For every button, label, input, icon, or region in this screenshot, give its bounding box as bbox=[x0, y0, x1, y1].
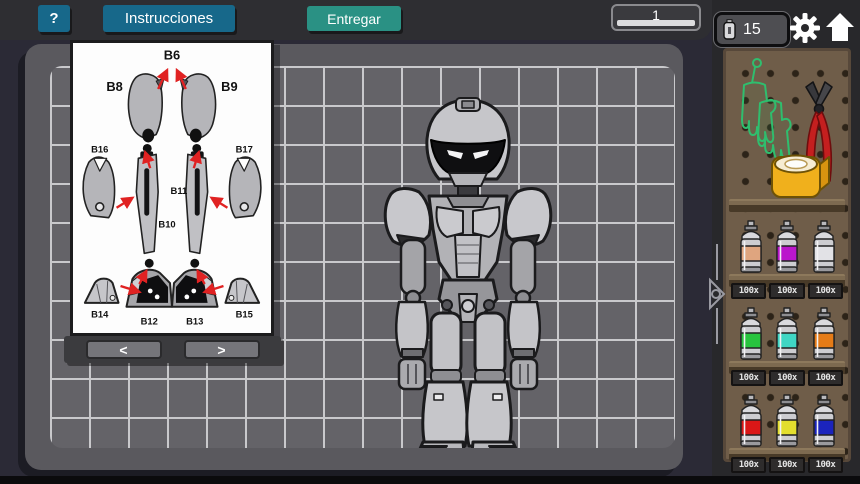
spray-can[interactable] bbox=[810, 220, 838, 274]
gear-icon[interactable] bbox=[790, 13, 820, 43]
resource-count: 15 bbox=[743, 21, 761, 39]
level-progress-bar bbox=[617, 20, 695, 26]
top-toolbar: ? Instrucciones Entregar 1 bbox=[0, 0, 712, 40]
can-quantity-badge: 100x bbox=[731, 283, 767, 299]
gloves-tool[interactable] bbox=[732, 57, 792, 161]
home-icon[interactable] bbox=[824, 11, 856, 43]
submit-button[interactable]: Entregar bbox=[307, 6, 401, 31]
part-label-b16: B16 bbox=[91, 143, 108, 154]
can-quantity-badge: 100x bbox=[769, 283, 805, 299]
can-quantity-badge: 100x bbox=[731, 457, 767, 473]
spray-can[interactable] bbox=[737, 394, 765, 448]
shelf bbox=[729, 199, 845, 212]
spray-can[interactable] bbox=[810, 307, 838, 361]
paint-shelves: 100x100x100x 100x100x100x bbox=[728, 199, 846, 473]
can-quantity-badge: 100x bbox=[769, 457, 805, 473]
prev-page-button[interactable]: < bbox=[86, 340, 162, 359]
spray-can[interactable] bbox=[810, 394, 838, 448]
can-quantity-badge: 100x bbox=[808, 283, 844, 299]
help-button[interactable]: ? bbox=[38, 5, 70, 32]
tape-tool[interactable] bbox=[770, 149, 832, 201]
part-label-b8: B8 bbox=[106, 79, 122, 94]
can-quantity-badge: 100x bbox=[769, 370, 805, 386]
spray-can[interactable] bbox=[737, 307, 765, 361]
next-page-button[interactable]: > bbox=[184, 340, 260, 359]
instruction-panel: B6 B8 B9 B16 B17 B11 B10 B14 B12 B13 B15 bbox=[70, 40, 274, 336]
part-label-b12: B12 bbox=[141, 316, 158, 327]
spray-can[interactable] bbox=[737, 220, 765, 274]
instruction-pager: < > bbox=[64, 336, 281, 363]
part-label-b6: B6 bbox=[164, 47, 180, 62]
side-panel-toggle-arrow-icon[interactable] bbox=[707, 242, 727, 346]
level-progress-indicator: 1 bbox=[611, 4, 701, 31]
assembly-diagram: B6 B8 B9 B16 B17 B11 B10 B14 B12 B13 B15 bbox=[73, 43, 271, 333]
spray-can[interactable] bbox=[773, 220, 801, 274]
can-quantity-badge: 100x bbox=[731, 370, 767, 386]
part-label-b15: B15 bbox=[236, 309, 253, 320]
paint-row: 100x100x100x bbox=[728, 390, 846, 473]
robot-figure[interactable] bbox=[363, 94, 573, 448]
battery-icon bbox=[723, 19, 736, 40]
paint-row: 100x100x100x bbox=[728, 303, 846, 386]
part-label-b10: B10 bbox=[158, 219, 175, 230]
part-label-b14: B14 bbox=[91, 309, 109, 320]
resource-counter: 15 bbox=[714, 12, 790, 47]
bottom-edge-bar bbox=[0, 476, 860, 484]
part-label-b9: B9 bbox=[221, 79, 237, 94]
shop-panel: 15 bbox=[712, 0, 860, 484]
can-quantity-badge: 100x bbox=[808, 457, 844, 473]
spray-can[interactable] bbox=[773, 307, 801, 361]
can-quantity-badge: 100x bbox=[808, 370, 844, 386]
instructions-button[interactable]: Instrucciones bbox=[103, 5, 235, 32]
spray-can[interactable] bbox=[773, 394, 801, 448]
part-label-b13: B13 bbox=[186, 316, 203, 327]
pegboard: 100x100x100x 100x100x100x bbox=[723, 48, 851, 462]
part-label-b17: B17 bbox=[236, 143, 253, 154]
part-label-b11: B11 bbox=[171, 185, 188, 196]
paint-row: 100x100x100x bbox=[728, 216, 846, 299]
